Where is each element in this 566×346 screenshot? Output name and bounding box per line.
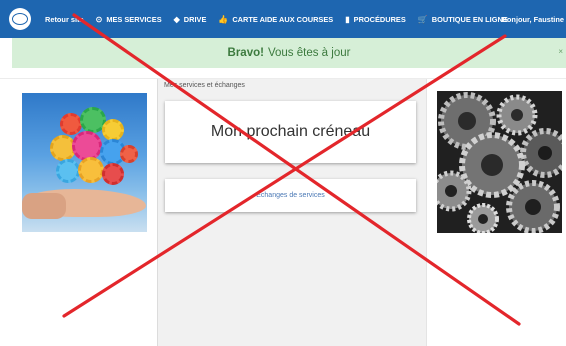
gear-icon xyxy=(120,145,138,163)
close-icon[interactable]: × xyxy=(558,47,563,56)
cart-icon: 🛒 xyxy=(417,14,428,24)
clock-icon: ⊙ xyxy=(95,14,103,24)
nav-retour-site[interactable]: Retour site xyxy=(45,15,84,24)
user-greeting-label: Bonjour, Faustine xyxy=(501,14,564,24)
nav-procedures[interactable]: ▮ PROCÉDURES xyxy=(345,15,406,24)
exchanges-card[interactable]: Echanges de services xyxy=(165,179,416,212)
gear-icon xyxy=(102,119,124,141)
gear-icon xyxy=(60,113,82,135)
gear-icon xyxy=(102,163,124,185)
nav-carte-aide[interactable]: 👍 CARTE AIDE AUX COURSES xyxy=(218,15,333,24)
success-alert: Bravo! Vous êtes à jour × xyxy=(12,38,566,68)
wrist-shape xyxy=(22,193,66,219)
page: Retour site ⊙ MES SERVICES ◆ DRIVE 👍 CAR… xyxy=(0,0,566,346)
nav-procedures-label: PROCÉDURES xyxy=(353,14,406,24)
next-slot-title: Mon prochain créneau xyxy=(210,123,371,140)
book-icon: ▮ xyxy=(345,14,350,24)
gears-hand-image xyxy=(22,93,147,232)
nav-drive-label: DRIVE xyxy=(183,14,207,24)
alert-strong: Bravo! xyxy=(227,47,264,59)
gear-icon xyxy=(78,157,104,183)
next-slot-card[interactable]: Mon prochain créneau xyxy=(165,101,416,163)
top-navbar: Retour site ⊙ MES SERVICES ◆ DRIVE 👍 CAR… xyxy=(0,0,566,38)
site-logo[interactable] xyxy=(9,8,31,30)
nav-mes-services[interactable]: ⊙ MES SERVICES xyxy=(96,15,162,24)
thumbs-up-icon: 👍 xyxy=(218,14,229,24)
nav-boutique[interactable]: 🛒 BOUTIQUE EN LIGNE xyxy=(418,15,508,24)
user-greeting[interactable]: Bonjour, Faustine xyxy=(502,0,564,38)
alert-text: Vous êtes à jour xyxy=(267,47,351,59)
nav-boutique-label: BOUTIQUE EN LIGNE xyxy=(431,14,508,24)
nav-carte-aide-label: CARTE AIDE AUX COURSES xyxy=(232,14,334,24)
nav-mes-services-label: MES SERVICES xyxy=(106,14,162,24)
main-content: Mes services et échanges Mon prochain cr… xyxy=(157,79,427,346)
exchanges-link[interactable]: Echanges de services xyxy=(256,192,324,199)
nav-drive[interactable]: ◆ DRIVE xyxy=(174,15,207,24)
machinery-gears-image xyxy=(437,91,562,233)
breadcrumb[interactable]: Mes services et échanges xyxy=(164,82,245,89)
machinery-gears-svg xyxy=(437,91,562,233)
nav-retour-site-label: Retour site xyxy=(45,14,84,24)
car-icon: ◆ xyxy=(173,14,180,24)
gear-icon xyxy=(56,159,80,183)
